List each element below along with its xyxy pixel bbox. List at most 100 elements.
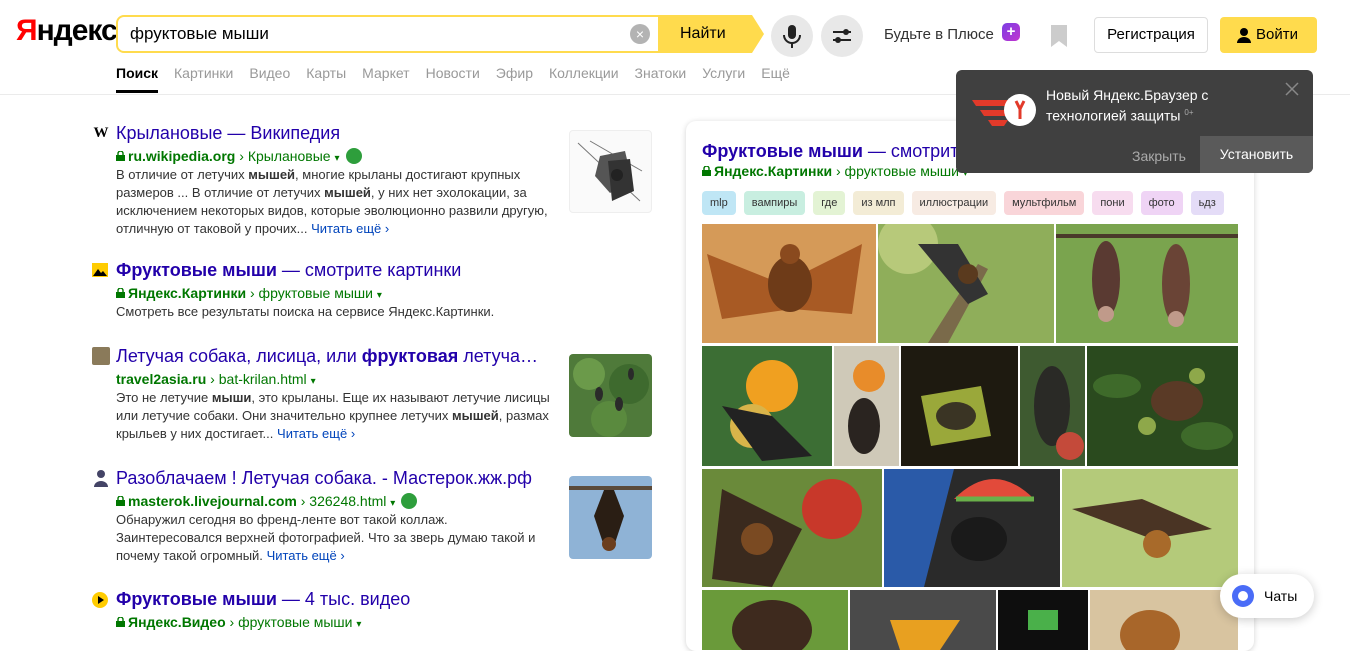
tab-market[interactable]: Маркет: [362, 65, 409, 93]
find-button[interactable]: Найти: [660, 15, 764, 53]
result-thumbnail[interactable]: [569, 354, 652, 437]
result-domain: ru.wikipedia.org: [128, 148, 236, 164]
image-thumbnail[interactable]: [998, 590, 1088, 650]
tab-video[interactable]: Видео: [249, 65, 290, 93]
chip-mlp[interactable]: mlp: [702, 191, 736, 215]
chip-illustrations[interactable]: иллюстрации: [911, 191, 997, 215]
dropdown-arrow-icon[interactable]: ▾: [377, 290, 382, 301]
microphone-icon: [783, 25, 801, 48]
image-thumbnail[interactable]: [878, 224, 1054, 343]
image-thumbnail[interactable]: [702, 224, 876, 343]
search-input[interactable]: [130, 23, 620, 45]
result-url[interactable]: masterok.livejournal.com › 326248.html ▾: [116, 493, 418, 509]
image-thumbnail[interactable]: [1020, 346, 1085, 466]
dropdown-arrow-icon[interactable]: ▾: [334, 153, 339, 164]
image-thumbnail[interactable]: [1062, 469, 1238, 587]
close-icon[interactable]: [1285, 82, 1299, 96]
chip-vampires[interactable]: вампиры: [743, 191, 806, 215]
chip-photo[interactable]: фото: [1140, 191, 1183, 215]
result-snippet: Обнаружил сегодня во френд-ленте вот так…: [116, 512, 536, 563]
result-title-link[interactable]: Крылановые — Википедия: [116, 123, 340, 144]
voice-search-button[interactable]: [771, 15, 813, 57]
image-thumbnail[interactable]: [901, 346, 1018, 466]
result-domain: masterok.livejournal.com: [128, 493, 297, 509]
tab-news[interactable]: Новости: [426, 65, 480, 93]
tab-efir[interactable]: Эфир: [496, 65, 533, 93]
chats-button[interactable]: Чаты: [1220, 574, 1314, 618]
popup-close-button[interactable]: Закрыть: [1122, 140, 1196, 173]
dropdown-arrow-icon[interactable]: ▾: [356, 619, 361, 630]
result-domain: Яндекс.Картинки: [128, 285, 247, 301]
image-thumbnail[interactable]: [1090, 590, 1238, 650]
bookmark-icon[interactable]: [1049, 25, 1069, 47]
logo-rest: ндекс: [36, 14, 118, 47]
tab-collections[interactable]: Коллекции: [549, 65, 619, 93]
user-icon: [1237, 28, 1251, 43]
plus-icon: +: [1002, 23, 1026, 47]
result-path: 326248.html: [309, 493, 387, 509]
popup-message: Новый Яндекс.Браузер с технологией защит…: [1046, 87, 1209, 124]
search-box: ×: [116, 15, 660, 53]
image-thumbnail[interactable]: [850, 590, 996, 650]
result-snippet: Смотреть все результаты поиска на сервис…: [116, 304, 495, 319]
result-path: Крылановые: [247, 148, 331, 164]
image-thumbnail[interactable]: [702, 346, 832, 466]
result-url[interactable]: ru.wikipedia.org › Крылановые ▾: [116, 148, 362, 164]
tab-znatoki[interactable]: Знатоки: [635, 65, 687, 93]
image-thumbnail[interactable]: [702, 590, 848, 650]
popup-install-button[interactable]: Установить: [1200, 136, 1313, 173]
image-thumbnail[interactable]: [884, 469, 1060, 587]
tab-search[interactable]: Поиск: [116, 65, 159, 93]
hanging-bat-image: [569, 476, 652, 559]
result-path: bat-krilan.html: [218, 371, 307, 387]
clear-search-icon[interactable]: ×: [630, 24, 650, 44]
tab-services[interactable]: Услуги: [702, 65, 745, 93]
result-snippet: В отличие от летучих мышей, многие крыла…: [116, 167, 548, 236]
images-card-title-link[interactable]: Фруктовые мыши — смотрит: [702, 141, 958, 162]
site-favicon-icon: [92, 347, 110, 365]
result-title-link[interactable]: Разоблачаем ! Летучая собака. - Мастерок…: [116, 468, 532, 489]
image-thumbnail[interactable]: [702, 469, 882, 587]
video-play-icon: [92, 592, 110, 610]
result-title-link[interactable]: Фруктовые мыши — 4 тыс. видео: [116, 589, 410, 610]
read-more-link[interactable]: Читать ещё ›: [277, 426, 355, 441]
crown-badge-icon: [401, 493, 418, 509]
result-url[interactable]: travel2asia.ru › bat-krilan.html ▾: [116, 371, 316, 387]
image-thumbnail[interactable]: [1087, 346, 1238, 466]
register-button[interactable]: Регистрация: [1094, 17, 1208, 53]
chip-gdz[interactable]: ьдз: [1190, 191, 1224, 215]
lock-icon: [702, 166, 711, 176]
dropdown-arrow-icon[interactable]: ▾: [311, 376, 316, 387]
tab-images[interactable]: Картинки: [174, 65, 233, 93]
result-thumbnail[interactable]: [569, 476, 652, 559]
images-wizard-card: Фруктовые мыши — смотрит Яндекс.Картинки…: [686, 121, 1254, 651]
images-icon: [92, 263, 110, 281]
chip-cartoon[interactable]: мультфильм: [1004, 191, 1085, 215]
result-item: Разоблачаем ! Летучая собака. - Мастерок…: [92, 463, 662, 573]
result-url[interactable]: Яндекс.Картинки › фруктовые мыши ▾: [116, 285, 382, 301]
image-thumbnail[interactable]: [1056, 224, 1238, 343]
result-item: W Крылановые — Википедия ru.wikipedia.or…: [92, 118, 662, 238]
images-card-url[interactable]: Яндекс.Картинки › фруктовые мыши ▾: [702, 163, 968, 179]
yandex-browser-logo-icon: [972, 94, 1036, 126]
tab-more[interactable]: Ещё: [761, 65, 790, 93]
result-path: фруктовые мыши: [258, 285, 373, 301]
chip-from-mlp[interactable]: из млп: [853, 191, 904, 215]
logo-first-letter: Я: [16, 14, 38, 47]
chip-where[interactable]: где: [813, 191, 846, 215]
read-more-link[interactable]: Читать ещё ›: [311, 221, 389, 236]
login-button[interactable]: Войти: [1220, 17, 1317, 53]
dropdown-arrow-icon[interactable]: ▾: [390, 498, 395, 509]
result-title-link[interactable]: Летучая собака, лисица, или фруктовая ле…: [116, 346, 538, 367]
image-thumbnail[interactable]: [834, 346, 899, 466]
plus-promo-link[interactable]: Будьте в Плюсе: [884, 26, 994, 43]
result-thumbnail[interactable]: [569, 130, 652, 213]
search-tabs: Поиск Картинки Видео Карты Маркет Новост…: [116, 65, 806, 93]
search-settings-button[interactable]: [821, 15, 863, 57]
chip-pony[interactable]: пони: [1092, 191, 1133, 215]
yandex-logo[interactable]: Яндекс: [16, 14, 118, 48]
result-url[interactable]: Яндекс.Видео › фруктовые мыши ▾: [116, 614, 361, 630]
tab-maps[interactable]: Карты: [306, 65, 346, 93]
read-more-link[interactable]: Читать ещё ›: [267, 548, 345, 563]
result-title-link[interactable]: Фруктовые мыши — смотрите картинки: [116, 260, 461, 281]
